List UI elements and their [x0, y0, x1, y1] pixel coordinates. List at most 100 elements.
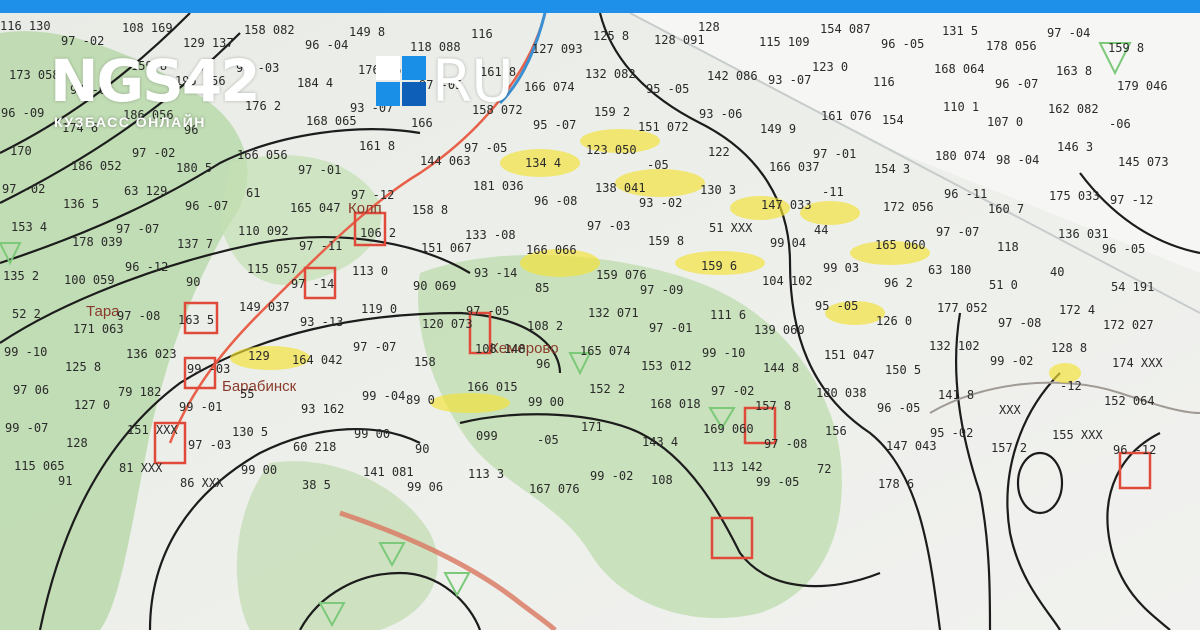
station-value-label: 89 0 [406, 393, 435, 407]
station-value-label: 165 060 [875, 238, 926, 252]
station-value-label: 128 8 [1051, 341, 1087, 355]
station-value-label: 174 XXX [1112, 356, 1163, 370]
station-value-label: 151 072 [638, 120, 689, 134]
station-value-label: 151 067 [421, 241, 472, 255]
station-value-label: 96 -05 [881, 37, 924, 51]
station-value-label: 165 047 [290, 201, 341, 215]
station-value-label: 97 -14 [291, 277, 334, 291]
station-value-label: 162 082 [1048, 102, 1099, 116]
station-value-label: 97 06 [13, 383, 49, 397]
station-value-label: -06 [1109, 117, 1131, 131]
station-value-label: 95 -05 [646, 82, 689, 96]
station-value-label: 178 6 [878, 477, 914, 491]
station-value-label: 163 8 [1056, 64, 1092, 78]
station-value-label: 172 056 [883, 200, 934, 214]
station-value-label: 180 5 [176, 161, 212, 175]
station-value-label: 172 027 [1103, 318, 1154, 332]
station-value-label: 142 086 [707, 69, 758, 83]
station-value-label: 44 [814, 223, 828, 237]
station-value-label: 123 050 [586, 143, 637, 157]
station-value-label: 61 [246, 186, 260, 200]
station-value-label: 154 087 [820, 22, 871, 36]
station-value-label: 93 -02 [639, 196, 682, 210]
station-value-label: 180 038 [816, 386, 867, 400]
station-value-label: 139 060 [754, 323, 805, 337]
site-logo[interactable]: NGS42 RU КУЗБАСС ОНЛАЙН [50, 52, 550, 132]
station-value-label: 97 -02 [2, 182, 45, 196]
station-value-label: 86 XXX [180, 476, 224, 490]
station-value-label: 156 [825, 424, 847, 438]
station-value-label: 147 043 [886, 439, 937, 453]
station-value-label: 116 130 [0, 19, 51, 33]
station-value-label: -05 [647, 158, 669, 172]
station-value-label: 97 -02 [132, 146, 175, 160]
station-value-label: 128 [698, 20, 720, 34]
station-value-label: -11 [822, 185, 844, 199]
station-value-label: 95 -02 [930, 426, 973, 440]
city-label-kolp: Колп [348, 200, 382, 217]
station-value-label: 97 -05 [466, 304, 509, 318]
station-value-label: 97 -01 [813, 147, 856, 161]
station-value-label: 52 2 [12, 307, 41, 321]
station-value-label: 132 082 [585, 67, 636, 81]
station-value-label: 51 0 [989, 278, 1018, 292]
station-value-label: 134 4 [525, 156, 561, 170]
station-value-label: 99 03 [823, 261, 859, 275]
station-value-label: 166 037 [769, 160, 820, 174]
station-value-label: 120 073 [422, 317, 473, 331]
station-value-label: 131 5 [942, 24, 978, 38]
station-value-label: 160 7 [988, 202, 1024, 216]
station-value-label: 113 142 [712, 460, 763, 474]
station-value-label: 159 6 [701, 259, 737, 273]
station-value-label: XXX [999, 403, 1021, 417]
station-value-label: 153 012 [641, 359, 692, 373]
station-value-label: 99 00 [354, 427, 390, 441]
station-value-label: 149 8 [349, 25, 385, 39]
station-value-label: 151 047 [824, 348, 875, 362]
station-value-label: 113 3 [468, 467, 504, 481]
station-value-label: 128 091 [654, 33, 705, 47]
station-value-label: 96 -11 [944, 187, 987, 201]
station-value-label: 166 056 [237, 148, 288, 162]
station-value-label: 130 5 [232, 425, 268, 439]
station-value-label: 97 -07 [936, 225, 979, 239]
station-value-label: 99 -05 [756, 475, 799, 489]
station-value-label: -05 [537, 433, 559, 447]
station-value-label: 170 [10, 144, 32, 158]
city-label-barabinsk: Барабинск [222, 378, 297, 395]
station-value-label: 54 191 [1111, 280, 1154, 294]
station-value-label: 38 5 [302, 478, 331, 492]
station-value-label: 93 -13 [300, 315, 343, 329]
station-value-label: 97 -01 [298, 163, 341, 177]
station-value-label: 97 -07 [116, 222, 159, 236]
station-value-label: 96 -07 [995, 77, 1038, 91]
station-value-label: 136 5 [63, 197, 99, 211]
station-value-label: 165 074 [580, 344, 631, 358]
station-value-label: 115 057 [247, 262, 298, 276]
station-value-label: 167 076 [529, 482, 580, 496]
station-value-label: 168 064 [934, 62, 985, 76]
station-value-label: 72 [817, 462, 831, 476]
logo-tagline: КУЗБАСС ОНЛАЙН [54, 114, 206, 130]
station-value-label: 93 -06 [699, 107, 742, 121]
station-value-label: 166 066 [526, 243, 577, 257]
station-value-label: 91 [58, 474, 72, 488]
station-value-label: 40 [1050, 265, 1064, 279]
station-value-label: 97 -03 [188, 438, 231, 452]
station-value-label: 159 8 [648, 234, 684, 248]
station-value-label: 106 2 [360, 226, 396, 240]
city-label-tara: Тара [86, 303, 120, 320]
station-value-label: 130 3 [700, 183, 736, 197]
station-value-label: 146 3 [1057, 140, 1093, 154]
station-value-label: 99 -10 [702, 346, 745, 360]
station-value-label: -12 [1060, 379, 1082, 393]
station-value-label: 099 [476, 429, 498, 443]
station-value-label: 161 8 [359, 139, 395, 153]
station-value-label: 97 -08 [998, 316, 1041, 330]
station-value-label: 99 04 [770, 236, 806, 250]
station-value-label: 171 [581, 420, 603, 434]
station-value-label: 90 069 [413, 279, 456, 293]
station-value-label: 99 -02 [590, 469, 633, 483]
station-value-label: 136 023 [126, 347, 177, 361]
station-value-label: 108 148 [475, 342, 526, 356]
